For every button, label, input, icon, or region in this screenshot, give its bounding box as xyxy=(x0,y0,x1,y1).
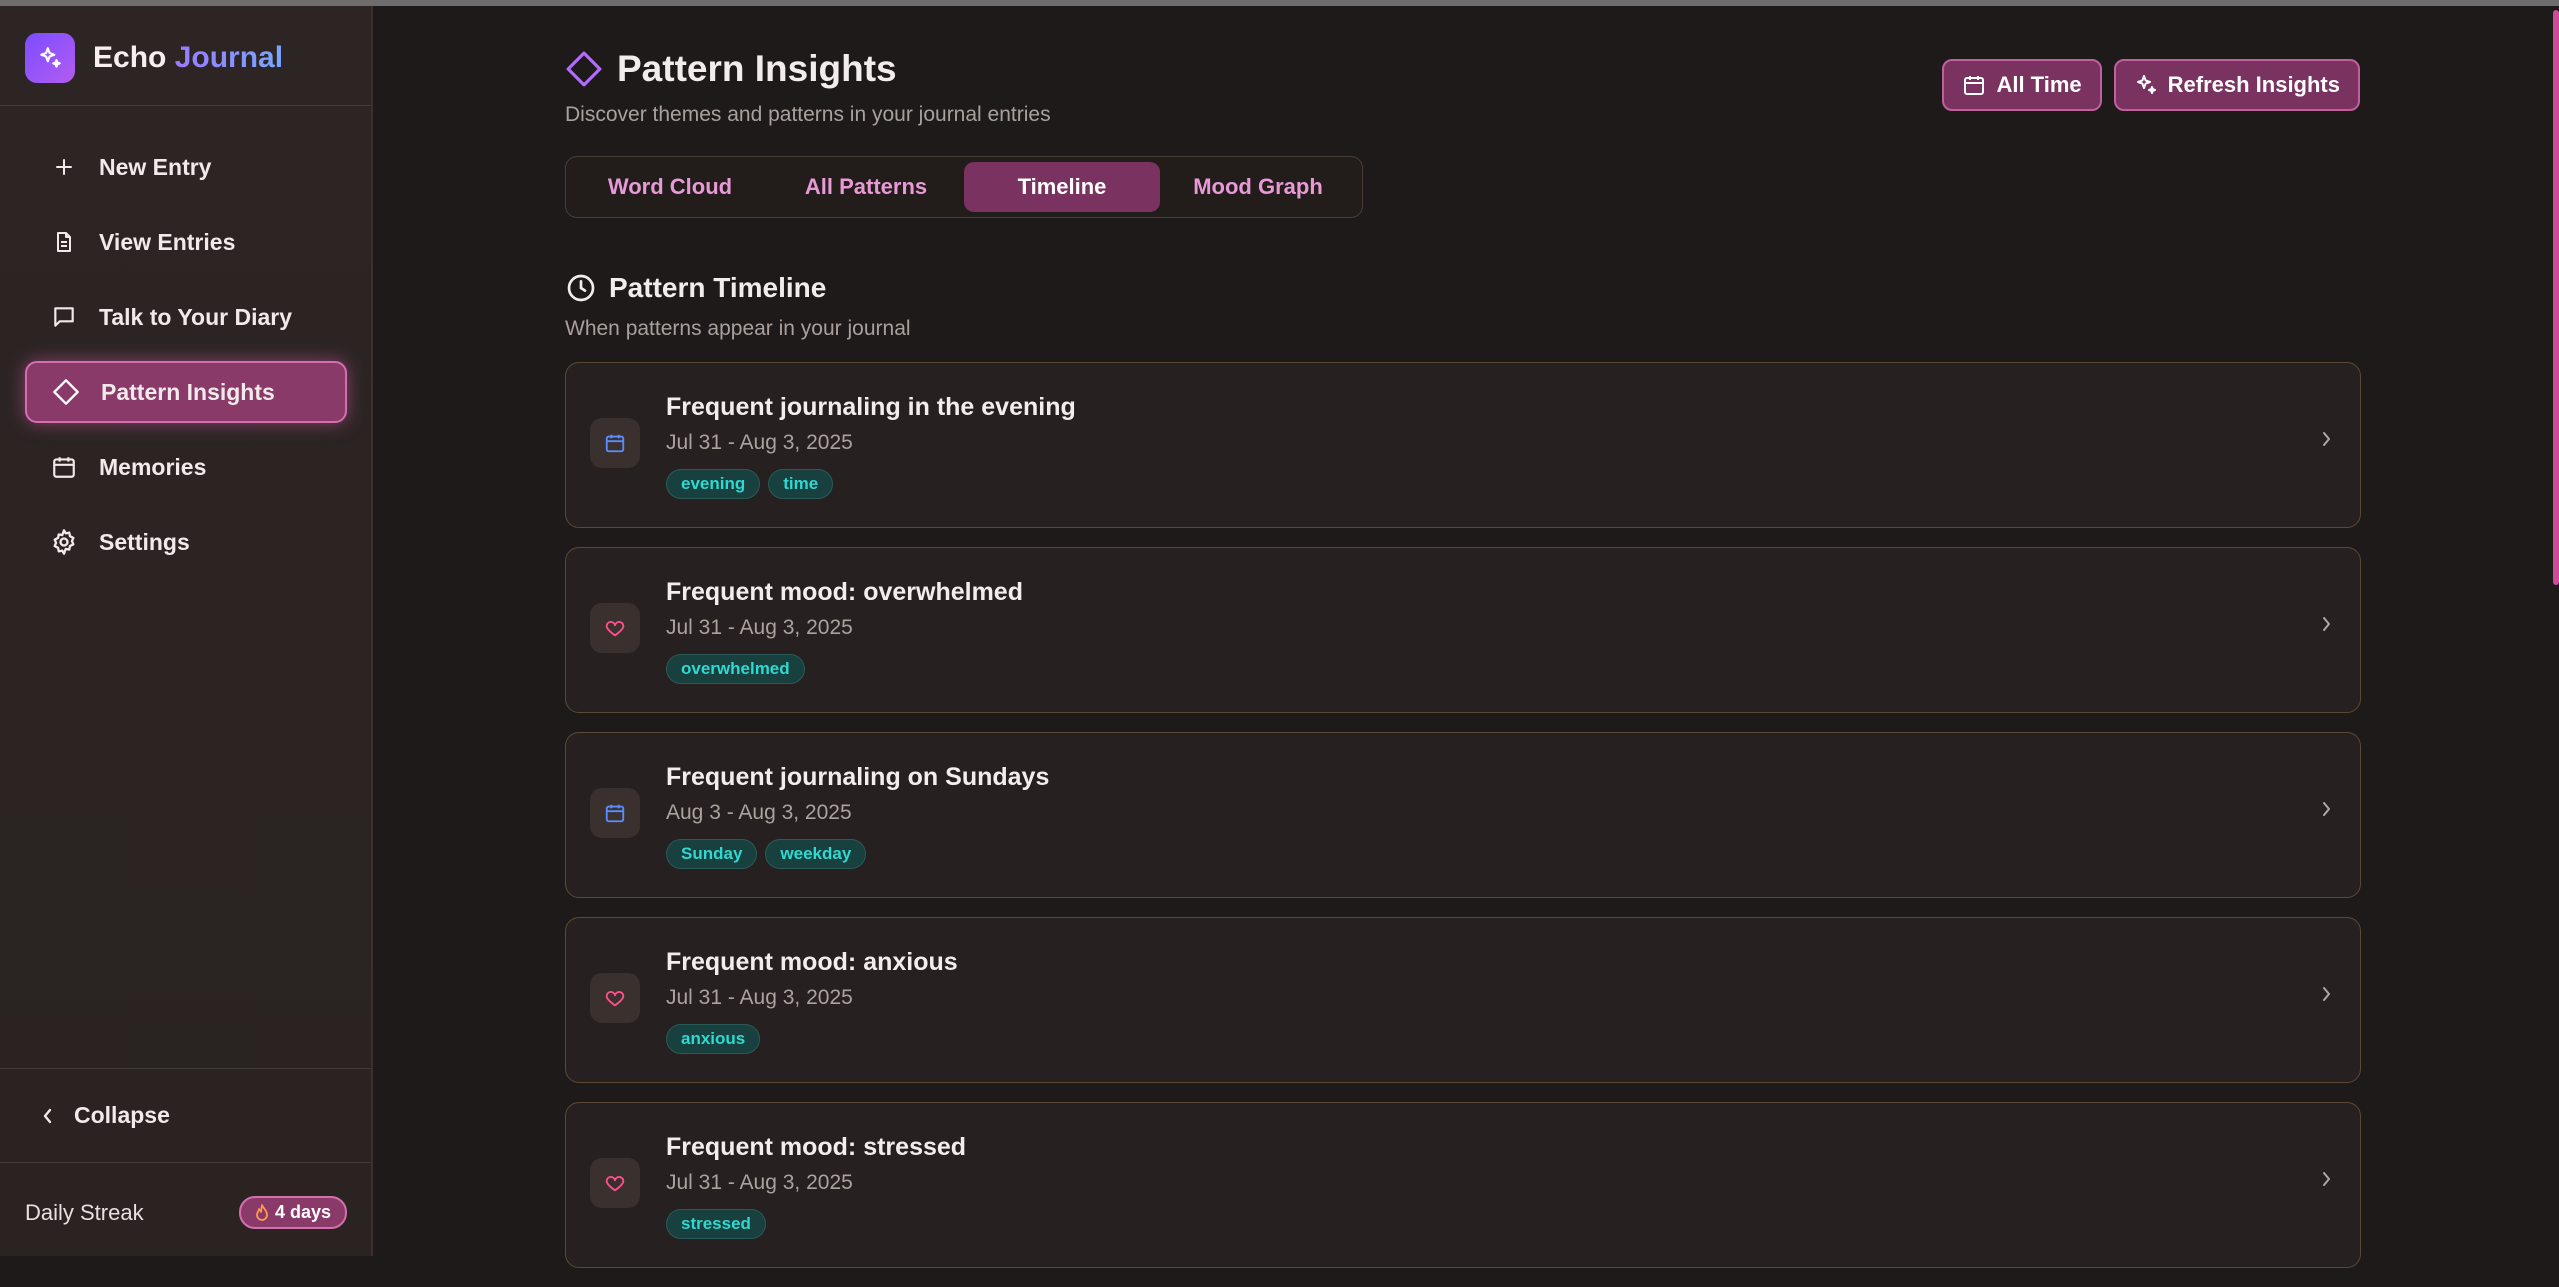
tab-timeline[interactable]: Timeline xyxy=(964,162,1160,212)
pattern-title: Frequent journaling in the evening xyxy=(666,393,1076,421)
pattern-card[interactable]: Frequent mood: overwhelmed Jul 31 - Aug … xyxy=(565,547,2361,713)
sidebar-item-label: Memories xyxy=(99,453,207,480)
pattern-card[interactable]: Frequent journaling on Sundays Aug 3 - A… xyxy=(565,732,2361,898)
tag: anxious xyxy=(666,1024,761,1054)
pattern-date: Jul 31 - Aug 3, 2025 xyxy=(666,616,853,639)
divider xyxy=(0,1162,371,1163)
sidebar-item-memories[interactable]: Memories xyxy=(25,436,347,498)
tag: Sunday xyxy=(666,839,758,869)
heart-icon xyxy=(590,1158,640,1208)
pattern-card[interactable]: Frequent mood: anxious Jul 31 - Aug 3, 2… xyxy=(565,917,2361,1083)
tab-word-cloud[interactable]: Word Cloud xyxy=(572,162,768,212)
divider xyxy=(0,1068,371,1069)
diamond-icon xyxy=(565,50,603,88)
sidebar-item-label: Pattern Insights xyxy=(101,378,275,405)
calendar-icon xyxy=(590,418,640,468)
divider xyxy=(0,105,371,106)
calendar-icon xyxy=(1962,73,1986,97)
calendar-icon xyxy=(590,788,640,838)
sidebar-item-settings[interactable]: Settings xyxy=(25,511,347,573)
pattern-tags: Sunday weekday xyxy=(666,839,874,869)
page-subtitle: Discover themes and patterns in your jou… xyxy=(565,103,1051,126)
page-title: Pattern Insights xyxy=(617,48,897,89)
calendar-icon xyxy=(49,452,79,482)
sidebar-item-label: Talk to Your Diary xyxy=(99,303,292,330)
streak-value: 4 days xyxy=(274,1202,331,1222)
heart-icon xyxy=(590,973,640,1023)
pattern-date: Aug 3 - Aug 3, 2025 xyxy=(666,801,852,824)
pattern-tags: stressed xyxy=(666,1209,774,1239)
diamond-icon xyxy=(51,377,81,407)
tag: overwhelmed xyxy=(666,654,805,684)
all-time-label: All Time xyxy=(1996,72,2082,97)
sidebar-item-label: View Entries xyxy=(99,228,236,255)
document-icon xyxy=(49,227,79,257)
scrollbar[interactable] xyxy=(2553,10,2559,585)
plus-icon xyxy=(49,152,79,182)
streak-badge: 4 days xyxy=(238,1196,347,1229)
tag: time xyxy=(768,469,834,499)
pattern-tags: overwhelmed xyxy=(666,654,813,684)
tab-mood-graph[interactable]: Mood Graph xyxy=(1160,162,1356,212)
window-top-border xyxy=(0,0,2559,6)
refresh-insights-button[interactable]: Refresh Insights xyxy=(2113,59,2360,111)
gear-icon xyxy=(49,527,79,557)
pattern-title: Frequent mood: overwhelmed xyxy=(666,578,1023,606)
pattern-title: Frequent journaling on Sundays xyxy=(666,763,1050,791)
pattern-card[interactable]: Frequent mood: stressed Jul 31 - Aug 3, … xyxy=(565,1102,2361,1268)
section-subtitle: When patterns appear in your journal xyxy=(565,317,911,340)
sidebar: Echo Journal New Entry View Entries Talk… xyxy=(0,6,373,1256)
heart-icon xyxy=(590,603,640,653)
chevron-left-icon xyxy=(40,1106,56,1126)
page-header: Pattern Insights xyxy=(565,48,897,90)
pattern-card[interactable]: Frequent journaling in the evening Jul 3… xyxy=(565,362,2361,528)
chevron-right-icon xyxy=(2320,1169,2332,1194)
section-header: Pattern Timeline xyxy=(565,272,826,304)
streak-label: Daily Streak xyxy=(25,1199,144,1225)
insight-tabs: Word Cloud All Patterns Timeline Mood Gr… xyxy=(565,156,1363,218)
tag: evening xyxy=(666,469,761,499)
flame-icon xyxy=(255,1203,269,1222)
pattern-date: Jul 31 - Aug 3, 2025 xyxy=(666,1171,853,1194)
sparkles-icon xyxy=(25,32,75,83)
chat-icon xyxy=(49,302,79,332)
clock-icon xyxy=(565,272,597,304)
all-time-button[interactable]: All Time xyxy=(1942,59,2102,111)
header-actions: All Time Refresh Insights xyxy=(1930,59,2360,111)
daily-streak: Daily Streak 4 days xyxy=(25,1196,347,1229)
pattern-date: Jul 31 - Aug 3, 2025 xyxy=(666,431,853,454)
pattern-title: Frequent mood: anxious xyxy=(666,948,958,976)
sidebar-nav: New Entry View Entries Talk to Your Diar… xyxy=(25,136,347,586)
chevron-right-icon xyxy=(2320,799,2332,824)
chevron-right-icon xyxy=(2320,429,2332,454)
pattern-tags: anxious xyxy=(666,1024,768,1054)
pattern-date: Jul 31 - Aug 3, 2025 xyxy=(666,986,853,1009)
sidebar-item-talk-to-your-diary[interactable]: Talk to Your Diary xyxy=(25,286,347,348)
app-name-part2: Journal xyxy=(174,40,284,74)
chevron-right-icon xyxy=(2320,614,2332,639)
tag: weekday xyxy=(765,839,867,869)
collapse-label: Collapse xyxy=(74,1102,170,1128)
sidebar-item-label: Settings xyxy=(99,528,190,555)
tag: stressed xyxy=(666,1209,766,1239)
sparkles-icon xyxy=(2134,73,2158,97)
refresh-insights-label: Refresh Insights xyxy=(2167,72,2340,97)
app-name: Echo Journal xyxy=(93,41,283,75)
pattern-tags: evening time xyxy=(666,469,841,499)
sidebar-item-pattern-insights[interactable]: Pattern Insights xyxy=(25,361,347,423)
pattern-timeline-list: Frequent journaling in the evening Jul 3… xyxy=(565,362,2361,1287)
sidebar-item-view-entries[interactable]: View Entries xyxy=(25,211,347,273)
chevron-right-icon xyxy=(2320,984,2332,1009)
collapse-button[interactable]: Collapse xyxy=(40,1102,170,1129)
pattern-title: Frequent mood: stressed xyxy=(666,1133,967,1161)
tab-all-patterns[interactable]: All Patterns xyxy=(768,162,964,212)
sidebar-item-new-entry[interactable]: New Entry xyxy=(25,136,347,198)
section-title: Pattern Timeline xyxy=(609,272,827,303)
sidebar-item-label: New Entry xyxy=(99,153,212,180)
app-name-part1: Echo xyxy=(93,40,167,74)
brand[interactable]: Echo Journal xyxy=(25,30,283,85)
